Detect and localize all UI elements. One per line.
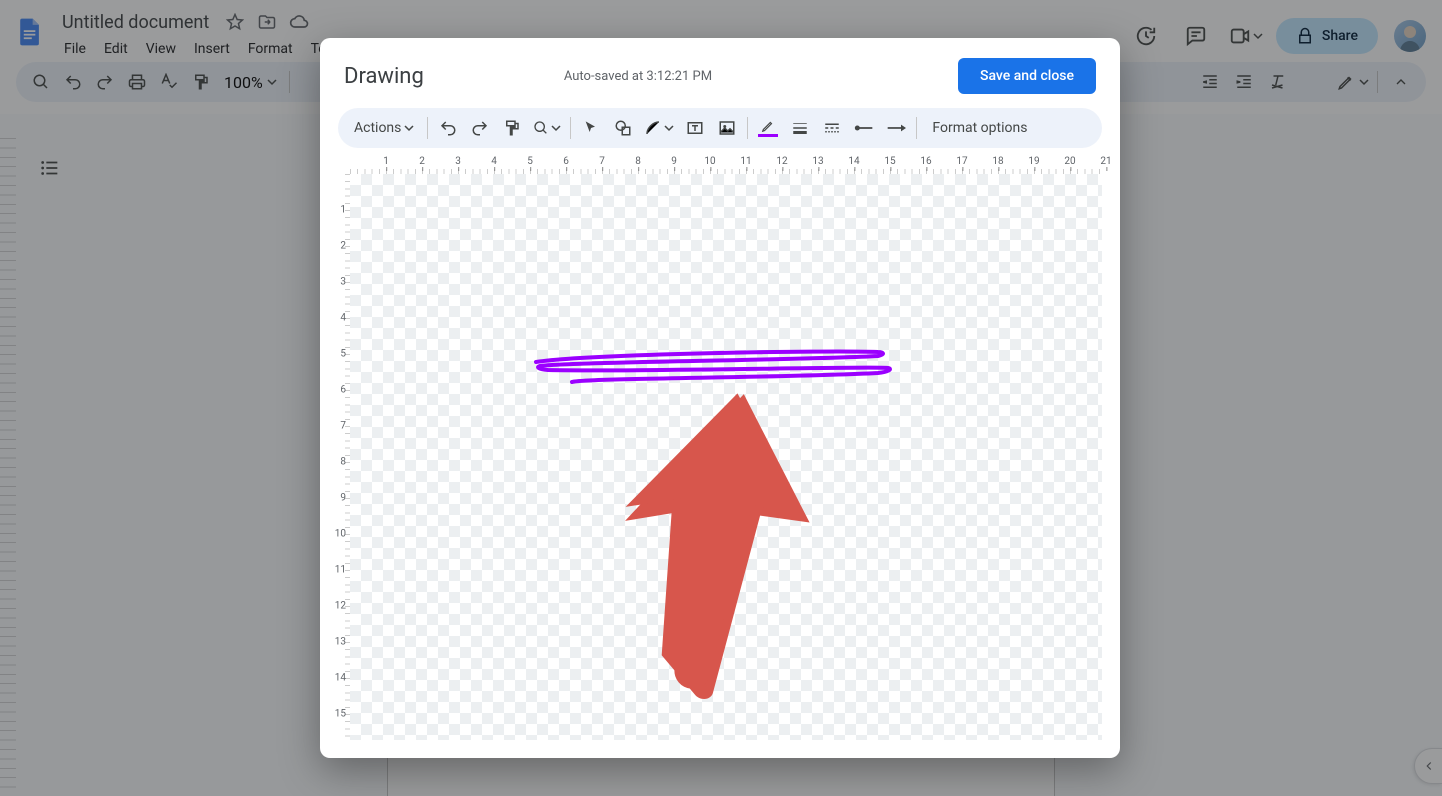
image-icon[interactable] (712, 113, 742, 143)
zoom-menu[interactable] (529, 113, 565, 143)
paint-format-icon[interactable] (497, 113, 527, 143)
select-tool-icon[interactable] (576, 113, 606, 143)
drawing-dialog: Drawing Auto-saved at 3:12:21 PM Save an… (320, 38, 1120, 758)
line-end-icon[interactable] (881, 113, 911, 143)
line-weight-icon[interactable] (785, 113, 815, 143)
drawing-toolbar: Actions Format options (338, 108, 1102, 148)
redo-icon[interactable] (465, 113, 495, 143)
line-color-icon[interactable] (753, 113, 783, 143)
format-options-button[interactable]: Format options (922, 113, 1037, 143)
line-dash-icon[interactable] (817, 113, 847, 143)
text-box-icon[interactable] (680, 113, 710, 143)
scribble-shape[interactable] (528, 344, 898, 386)
drawing-canvas[interactable] (350, 174, 1102, 740)
vertical-ruler: 123456789101112131415 (332, 174, 350, 740)
horizontal-ruler: 123456789101112131415161718192021 (350, 156, 1102, 174)
line-start-icon[interactable] (849, 113, 879, 143)
arrow-annotation-shape (618, 392, 818, 692)
actions-menu[interactable]: Actions (346, 113, 422, 143)
save-and-close-button[interactable]: Save and close (958, 58, 1096, 94)
line-tool-icon[interactable] (640, 113, 678, 143)
undo-icon[interactable] (433, 113, 463, 143)
shape-tool-icon[interactable] (608, 113, 638, 143)
autosave-status: Auto-saved at 3:12:21 PM (564, 69, 712, 84)
dialog-title: Drawing (344, 64, 424, 89)
